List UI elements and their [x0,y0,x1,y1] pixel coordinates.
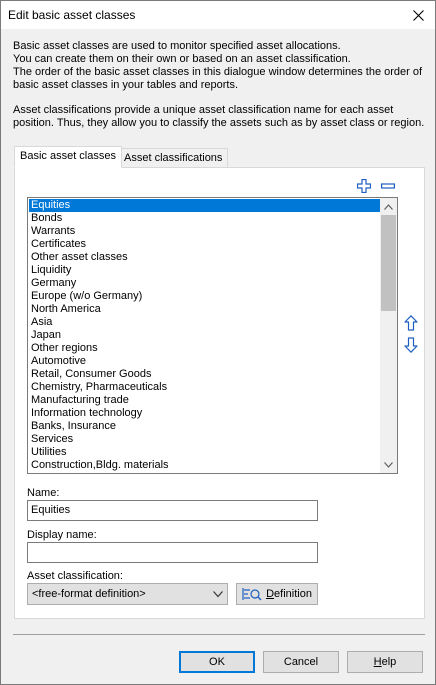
name-label: Name: [27,487,60,499]
list-item[interactable]: Japan [29,329,381,342]
list-item[interactable]: Liquidity [29,264,381,277]
move-up-button[interactable] [404,315,418,331]
display-name-label: Display name: [27,529,97,541]
chevron-down-icon [384,461,393,468]
list-item[interactable]: Automotive [29,355,381,368]
name-input[interactable]: Equities [27,500,318,521]
list-item[interactable]: Europe (w/o Germany) [29,290,381,303]
asset-classification-label: Asset classification: [27,570,123,582]
window-title: Edit basic asset classes [8,8,136,22]
list-item[interactable]: Bonds [29,212,381,225]
list-item[interactable]: Information technology [29,407,381,420]
intro-line: You can create them on their own or base… [13,53,351,65]
tab-basic-asset-classes[interactable]: Basic asset classes [14,146,122,168]
asset-classification-value: <free-format definition> [32,588,146,600]
asset-class-list: Equities Bonds Warrants Certificates Other a… [29,199,381,472]
list-item[interactable]: Warrants [29,225,381,238]
list-item[interactable]: Other asset classes [29,251,381,264]
intro-line: Asset classifications provide a unique a… [13,104,394,116]
intro-text: Basic asset classes are used to monitor … [13,40,425,130]
definition-button-label: Definition [266,588,312,600]
list-item[interactable]: Chemistry, Pharmaceuticals [29,381,381,394]
separator [13,634,425,635]
cancel-button[interactable]: Cancel [263,651,339,673]
help-button-label: Help [373,656,397,668]
display-name-input[interactable] [27,542,318,563]
list-item[interactable]: Services [29,433,381,446]
asset-class-listbox[interactable]: Equities Bonds Warrants Certificates Other a… [27,197,398,474]
add-button[interactable] [356,178,372,194]
list-item[interactable]: Equities [29,199,381,212]
title-bar: Edit basic asset classes [1,1,435,29]
list-item[interactable]: Construction,Bldg. materials [29,459,381,472]
intro-line: The order of the basic asset classes in … [13,66,423,78]
tab-asset-classifications[interactable]: Asset classifications [118,148,229,168]
intro-line: position. Thus, they allow you to classi… [13,117,425,129]
close-button[interactable] [401,1,435,29]
list-item[interactable]: Utilities [29,446,381,459]
scroll-thumb[interactable] [381,215,396,311]
asset-classification-select[interactable]: <free-format definition> [27,583,228,605]
list-item[interactable]: Asia [29,316,381,329]
definition-icon [242,588,262,601]
scroll-up-button[interactable] [380,198,397,215]
definition-button[interactable]: Definition [236,583,318,605]
close-icon [412,9,424,21]
ok-button[interactable]: OK [179,651,255,673]
list-item[interactable]: Retail, Consumer Goods [29,368,381,381]
arrow-up-icon [404,315,418,331]
scroll-down-button[interactable] [380,456,397,473]
intro-line: basic asset classes in your tables and r… [13,79,239,91]
arrow-down-icon [404,337,418,353]
list-item[interactable]: Other regions [29,342,381,355]
help-button[interactable]: Help [347,651,423,673]
chevron-up-icon [384,203,393,210]
list-item[interactable]: Germany [29,277,381,290]
move-down-button[interactable] [404,337,418,353]
list-item[interactable]: Certificates [29,238,381,251]
chevron-down-icon [213,591,223,598]
edit-asset-classes-dialog: Edit basic asset classes Basic asset cla… [0,0,436,685]
list-item[interactable]: North America [29,303,381,316]
list-item[interactable]: Banks, Insurance [29,420,381,433]
plus-icon [356,178,372,194]
vertical-scrollbar[interactable] [380,198,397,473]
minus-icon [381,183,396,189]
remove-button[interactable] [381,179,396,193]
intro-line: Basic asset classes are used to monitor … [13,40,341,52]
list-item[interactable]: Manufacturing trade [29,394,381,407]
